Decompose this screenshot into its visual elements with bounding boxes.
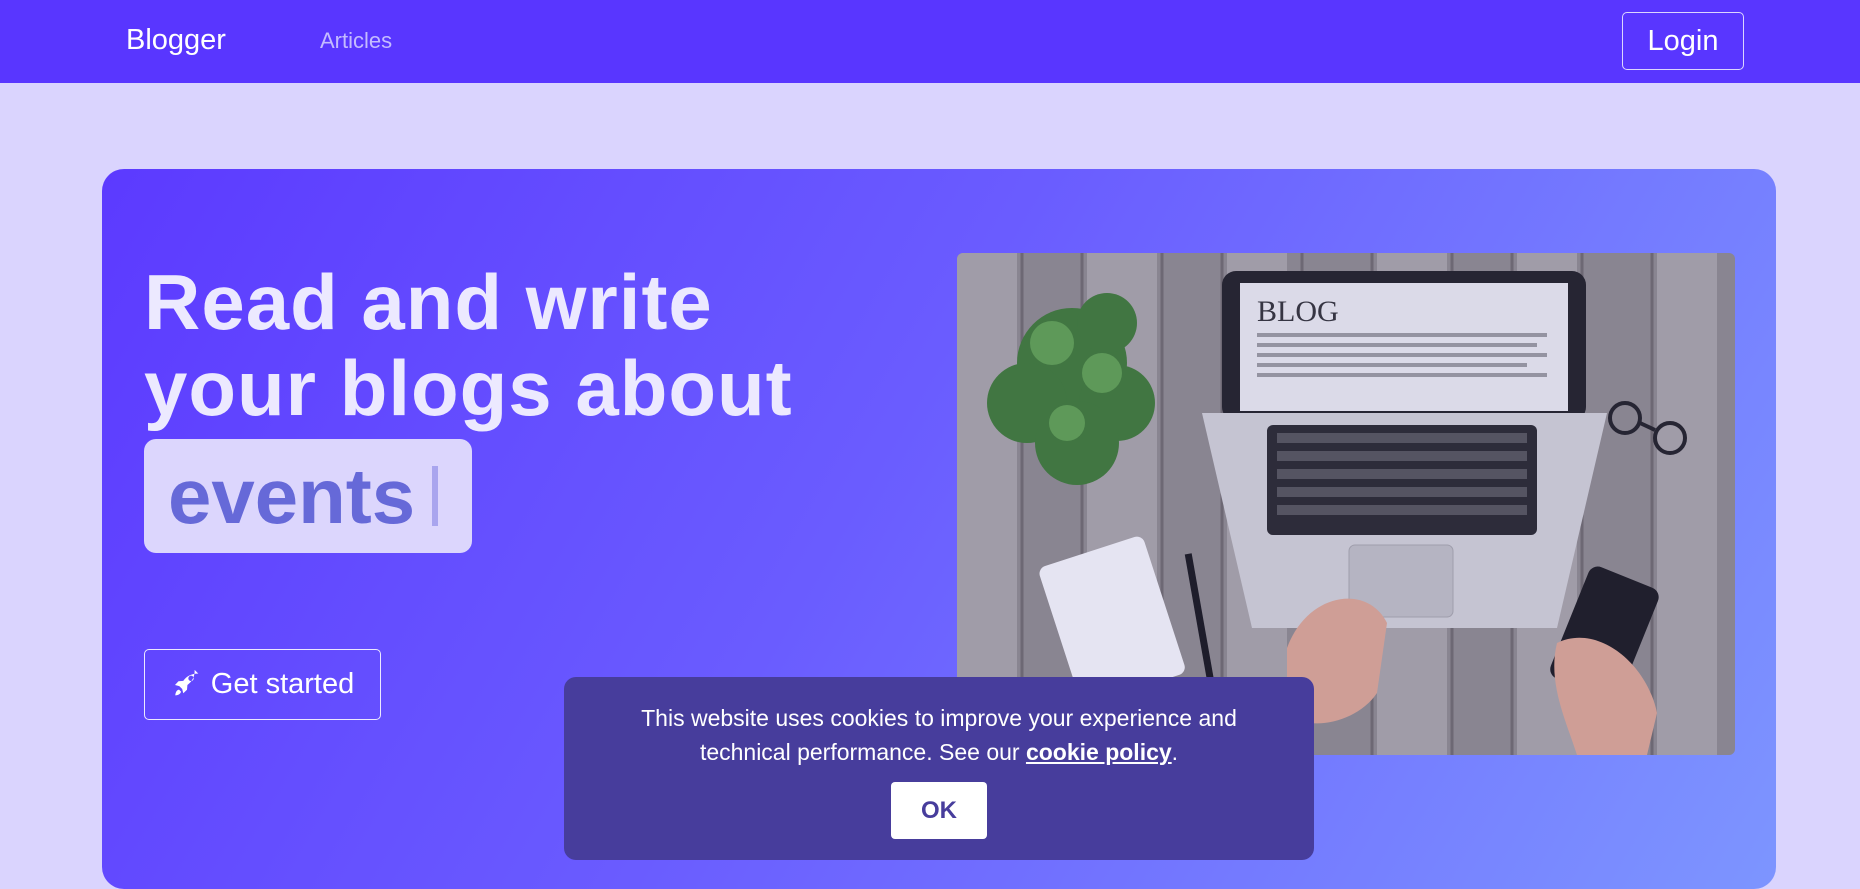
nav-link-articles[interactable]: Articles — [320, 28, 392, 54]
hero-headline: Read and write your blogs about — [144, 259, 793, 431]
typed-word: events — [168, 452, 416, 540]
cookie-text-after: . — [1171, 739, 1179, 765]
get-started-label: Get started — [210, 668, 355, 700]
cookie-ok-button[interactable]: OK — [891, 782, 987, 839]
cookie-banner: This website uses cookies to improve you… — [564, 677, 1314, 860]
cookie-message: This website uses cookies to improve you… — [624, 701, 1254, 769]
typed-word-box: events — [144, 439, 472, 553]
typing-cursor — [432, 466, 438, 526]
navbar: Blogger Articles Login — [0, 0, 1860, 83]
login-button[interactable]: Login — [1622, 12, 1744, 70]
cookie-policy-link[interactable]: cookie policy — [1026, 739, 1172, 765]
rocket-icon — [174, 669, 199, 695]
get-started-button[interactable]: Get started — [144, 649, 381, 720]
brand-logo[interactable]: Blogger — [126, 24, 226, 57]
headline-line-1: Read and write — [144, 258, 713, 346]
headline-line-2: your blogs about — [144, 344, 793, 432]
